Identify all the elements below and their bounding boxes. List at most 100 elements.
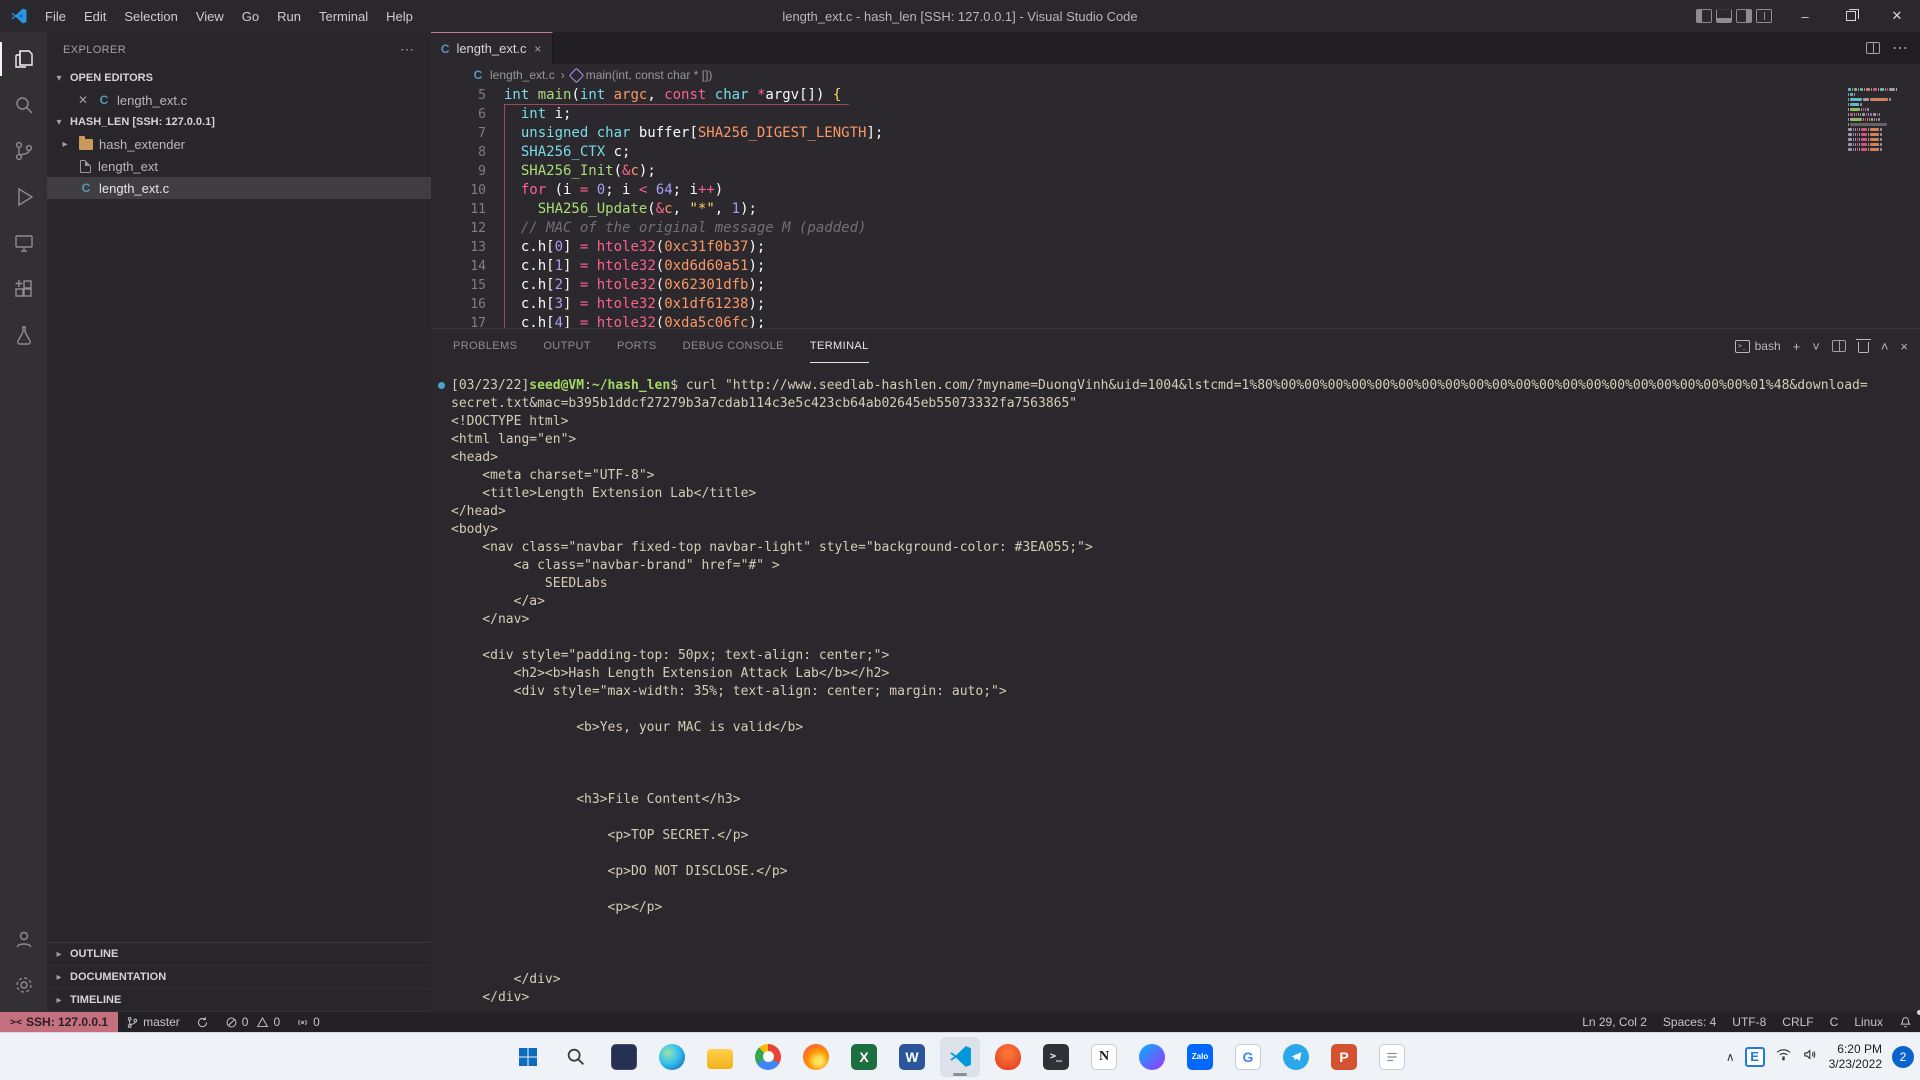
close-editor-icon[interactable]: ✕ [75,93,91,107]
toggle-secondary-sidebar-icon[interactable] [1736,9,1752,23]
remote-indicator[interactable]: >< SSH: 127.0.0.1 [0,1012,118,1032]
menu-edit[interactable]: Edit [75,4,115,29]
restore-button[interactable] [1828,0,1874,32]
terminal-dropdown-icon[interactable]: ˅ [1812,339,1820,354]
taskbar-edge-icon[interactable] [652,1037,692,1077]
cursor-position[interactable]: Ln 29, Col 2 [1574,1012,1655,1032]
problems-indicator[interactable]: 0 0 [217,1012,288,1032]
sync-icon[interactable] [188,1012,217,1032]
git-branch[interactable]: master [118,1012,188,1032]
workspace-section[interactable]: ▾ HASH_LEN [SSH: 127.0.0.1] [47,111,431,133]
eol-sequence[interactable]: CRLF [1774,1012,1821,1032]
views-actions-icon[interactable]: ⋯ [400,41,415,58]
toggle-panel-icon[interactable] [1716,9,1732,23]
command-decoration-icon[interactable] [438,382,445,389]
code-line-16[interactable]: 16 c.h[3] = htole32(0x1df61238); [431,295,1920,314]
code-line-12[interactable]: 12 // MAC of the original message M (pad… [431,219,1920,238]
taskbar-brave-icon[interactable] [988,1037,1028,1077]
code-line-11[interactable]: 11 SHA256_Update(&c, "*", 1); [431,200,1920,219]
taskbar-chrome-icon[interactable] [748,1037,788,1077]
toggle-sidebar-icon[interactable] [1696,9,1712,23]
split-terminal-icon[interactable] [1832,340,1846,352]
code-line-17[interactable]: 17 c.h[4] = htole32(0xda5c06fc); [431,314,1920,328]
taskbar-word-icon[interactable]: W [892,1037,932,1077]
menu-go[interactable]: Go [233,4,268,29]
volume-icon[interactable] [1802,1046,1819,1068]
breadcrumb-file[interactable]: C length_ext.c [470,68,555,82]
code-line-5[interactable]: 5int main(int argc, const char *argv[]) … [431,86,1920,105]
panel-tab-terminal[interactable]: TERMINAL [810,329,869,363]
tree-item-length_ext[interactable]: length_ext [47,155,431,177]
menu-help[interactable]: Help [377,4,422,29]
code-line-8[interactable]: 8 SHA256_CTX c; [431,143,1920,162]
code-line-15[interactable]: 15 c.h[2] = htole32(0x62301dfb); [431,276,1920,295]
close-panel-icon[interactable]: × [1900,339,1908,354]
testing-icon[interactable] [0,312,47,358]
wifi-icon[interactable] [1775,1046,1792,1068]
explorer-icon[interactable] [0,36,47,82]
taskbar-terminal-icon[interactable]: >_ [1036,1037,1076,1077]
maximize-panel-icon[interactable]: ˄ [1881,339,1889,354]
section-documentation[interactable]: ▸DOCUMENTATION [47,966,431,989]
panel-tab-debug-console[interactable]: DEBUG CONSOLE [683,329,784,363]
new-terminal-icon[interactable]: + [1793,339,1801,354]
open-editor-item[interactable]: ✕ C length_ext.c [47,89,431,111]
tab-length-ext-c[interactable]: C length_ext.c × [431,32,553,64]
input-method-icon[interactable]: E [1745,1047,1765,1067]
taskbar-zalo-icon[interactable]: Zalo [1180,1037,1220,1077]
notifications-bell-icon[interactable] [1891,1012,1920,1032]
code-line-13[interactable]: 13 c.h[0] = htole32(0xc31f0b37); [431,238,1920,257]
open-editors-section[interactable]: ▾ OPEN EDITORS [47,67,431,89]
taskbar-powerpoint-icon[interactable]: P [1324,1037,1364,1077]
code-editor[interactable]: 5int main(int argc, const char *argv[]) … [431,86,1920,328]
taskbar-telegram-icon[interactable] [1276,1037,1316,1077]
taskbar-firefox-icon[interactable] [796,1037,836,1077]
taskbar-task-view-icon[interactable] [604,1037,644,1077]
close-tab-icon[interactable]: × [532,42,544,56]
code-line-10[interactable]: 10 for (i = 0; i < 64; i++) [431,181,1920,200]
accounts-icon[interactable] [0,916,47,962]
minimap[interactable] [1848,88,1906,151]
section-timeline[interactable]: ▸TIMELINE [47,989,431,1012]
run-debug-icon[interactable] [0,174,47,220]
taskbar-notion-icon[interactable]: N [1084,1037,1124,1077]
remote-explorer-icon[interactable] [0,220,47,266]
kill-terminal-icon[interactable] [1858,342,1869,353]
minimize-button[interactable]: – [1782,0,1828,32]
panel-tab-problems[interactable]: PROBLEMS [453,329,517,363]
indentation[interactable]: Spaces: 4 [1655,1012,1724,1032]
language-mode[interactable]: C [1822,1012,1847,1032]
clock[interactable]: 6:20 PM 3/23/2022 [1829,1042,1882,1072]
taskbar-excel-icon[interactable]: X [844,1037,884,1077]
menu-view[interactable]: View [187,4,233,29]
taskbar-vscode-icon[interactable] [940,1037,980,1077]
code-line-14[interactable]: 14 c.h[1] = htole32(0xd6d60a51); [431,257,1920,276]
terminal-output[interactable]: [03/23/22]seed@VM:~/hash_len$ curl "http… [431,363,1920,1012]
taskbar-notepad-icon[interactable] [1372,1037,1412,1077]
code-line-9[interactable]: 9 SHA256_Init(&c); [431,162,1920,181]
breadcrumb-symbol[interactable]: main(int, const char * []) [571,68,713,82]
encoding[interactable]: UTF-8 [1724,1012,1774,1032]
taskbar-search-icon[interactable] [556,1037,596,1077]
taskbar-start-icon[interactable] [508,1037,548,1077]
section-outline[interactable]: ▸OUTLINE [47,943,431,966]
customize-layout-icon[interactable] [1756,9,1772,23]
search-icon[interactable] [0,82,47,128]
remote-os[interactable]: Linux [1846,1012,1891,1032]
settings-gear-icon[interactable] [0,962,47,1008]
shell-selector[interactable]: >_ bash [1735,339,1781,353]
split-editor-icon[interactable] [1866,42,1880,54]
code-line-6[interactable]: 6 int i; [431,105,1920,124]
taskbar-messenger-icon[interactable] [1132,1037,1172,1077]
source-control-icon[interactable] [0,128,47,174]
panel-tab-ports[interactable]: PORTS [617,329,657,363]
close-button[interactable]: ✕ [1874,0,1920,32]
notification-count-badge[interactable]: 2 [1892,1046,1914,1068]
menu-run[interactable]: Run [268,4,310,29]
menu-file[interactable]: File [36,4,75,29]
tray-overflow-icon[interactable]: ∧ [1726,1050,1735,1064]
taskbar-google-icon[interactable]: G [1228,1037,1268,1077]
ports-indicator[interactable]: 0 [288,1012,328,1032]
menu-selection[interactable]: Selection [115,4,186,29]
extensions-icon[interactable] [0,266,47,312]
